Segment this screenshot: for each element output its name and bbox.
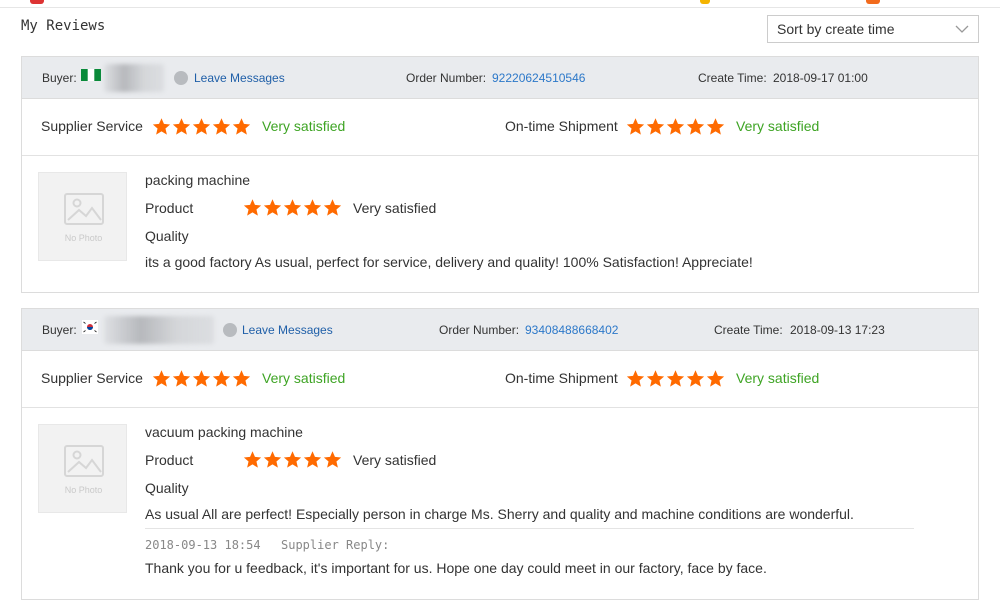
star-icon [192,117,211,136]
sort-select[interactable]: Sort by create time [767,15,979,43]
browser-toolbar-strip [0,0,1000,8]
product-label: Product [145,452,194,468]
product-photo-placeholder[interactable]: No Photo [38,424,127,513]
star-icon [626,369,645,388]
review-body: No Photo packing machine Product Very sa… [22,156,978,292]
star-icon [192,369,211,388]
sort-select-label: Sort by create time [777,21,895,37]
supplier-reply-label: Supplier Reply: [281,538,390,552]
star-icon [283,198,302,217]
nigeria-flag-icon [81,69,101,81]
product-name: vacuum packing machine [145,424,303,440]
create-time-value: 2018-09-13 17:23 [790,323,885,337]
chevron-down-icon [955,25,969,33]
quality-label: Quality [145,480,189,496]
create-time-value: 2018-09-17 01:00 [773,71,868,85]
star-icon [666,117,685,136]
star-icon [172,117,191,136]
product-rating-text: Very satisfied [353,452,437,468]
ontime-shipment-stars [626,369,725,388]
supplier-service-label: Supplier Service [41,118,143,134]
review-header: Buyer: Leave Messages Order Number: 9340… [22,309,978,351]
product-stars [243,450,342,469]
review-card: Buyer: Leave Messages Order Number: 9222… [21,56,979,293]
leave-messages-link[interactable]: Leave Messages [242,323,333,337]
order-number-label: Order Number: [439,323,520,337]
supplier-service-rating-text: Very satisfied [262,118,346,134]
star-icon [232,117,251,136]
order-number-link[interactable]: 92220624510546 [492,71,585,85]
supplier-reply-text: Thank you for u feedback, it's important… [145,560,767,576]
chat-icon[interactable] [174,71,188,85]
star-icon [686,369,705,388]
product-stars [243,198,342,217]
star-icon [666,369,685,388]
star-icon [152,369,171,388]
create-time-label: Create Time: [714,323,783,337]
quality-label: Quality [145,228,189,244]
star-icon [646,369,665,388]
create-time-label: Create Time: [698,71,767,85]
product-name: packing machine [145,172,251,188]
ontime-shipment-label: On-time Shipment [505,370,618,386]
star-icon [323,450,342,469]
review-header: Buyer: Leave Messages Order Number: 9222… [22,57,978,99]
buyer-name-redacted [104,64,164,92]
review-comment: its a good factory As usual, perfect for… [145,254,753,270]
star-icon [706,369,725,388]
star-icon [303,450,322,469]
buyer-name-redacted [104,316,214,344]
service-ratings-row: Supplier Service Very satisfied On-time … [22,99,978,156]
star-icon [706,117,725,136]
star-icon [626,117,645,136]
review-comment: As usual All are perfect! Especially per… [145,506,854,522]
supplier-service-stars [152,117,251,136]
buyer-label: Buyer: [42,323,77,337]
star-icon [263,450,282,469]
star-icon [323,198,342,217]
order-number-link[interactable]: 93408488668402 [525,323,618,337]
star-icon [646,117,665,136]
star-icon [686,117,705,136]
star-icon [243,198,262,217]
product-rating-text: Very satisfied [353,200,437,216]
no-photo-text: No Photo [64,233,103,243]
star-icon [243,450,262,469]
service-ratings-row: Supplier Service Very satisfied On-time … [22,351,978,408]
image-icon [64,445,104,477]
ontime-shipment-stars [626,117,725,136]
no-photo-text: No Photo [64,485,103,495]
supplier-service-rating-text: Very satisfied [262,370,346,386]
page-title: My Reviews [21,18,106,34]
order-number-label: Order Number: [406,71,487,85]
review-card: Buyer: Leave Messages Order Number: 9340… [21,308,979,600]
image-icon [64,193,104,225]
reply-time: 2018-09-13 18:54 [145,538,261,552]
supplier-service-stars [152,369,251,388]
star-icon [212,369,231,388]
star-icon [232,369,251,388]
star-icon [263,198,282,217]
supplier-service-label: Supplier Service [41,370,143,386]
star-icon [172,369,191,388]
product-photo-placeholder[interactable]: No Photo [38,172,127,261]
reply-divider [145,528,914,529]
leave-messages-link[interactable]: Leave Messages [194,71,285,85]
ontime-shipment-label: On-time Shipment [505,118,618,134]
chat-icon[interactable] [223,323,237,337]
review-body: No Photo vacuum packing machine Product … [22,408,978,599]
ontime-shipment-rating-text: Very satisfied [736,118,820,134]
buyer-label: Buyer: [42,71,77,85]
product-label: Product [145,200,194,216]
star-icon [303,198,322,217]
star-icon [212,117,231,136]
south-korea-flag-icon [82,320,98,334]
star-icon [283,450,302,469]
ontime-shipment-rating-text: Very satisfied [736,370,820,386]
star-icon [152,117,171,136]
